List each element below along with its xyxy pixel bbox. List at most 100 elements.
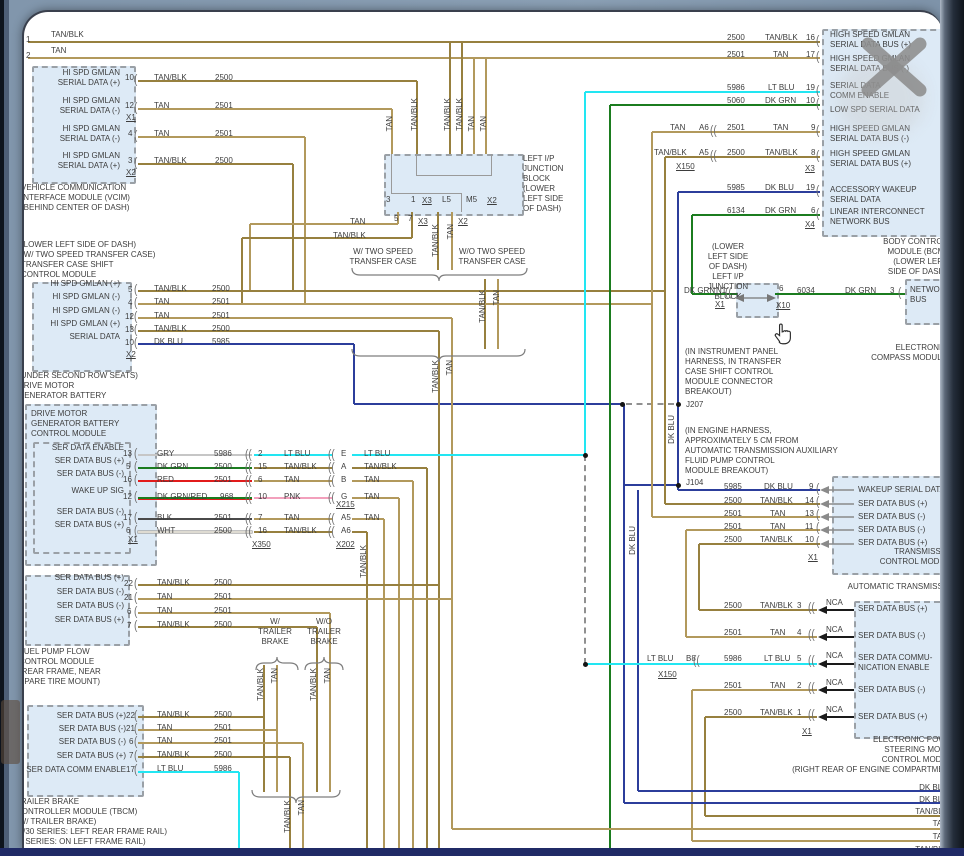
wire	[452, 828, 942, 830]
label: LT BLU	[364, 449, 390, 459]
wire	[698, 544, 700, 610]
label: 2	[797, 681, 801, 691]
label: 10	[125, 338, 134, 348]
wire	[416, 154, 417, 176]
label: TAN/BLK	[154, 156, 187, 166]
label: SER DATA BUS (-)	[858, 525, 925, 535]
label: TAN/BLK	[284, 462, 317, 472]
wire	[316, 627, 318, 792]
label: TAN	[323, 668, 333, 683]
wire	[691, 690, 693, 841]
label: 2500	[727, 148, 745, 158]
label: DK BLU	[765, 183, 794, 193]
label: HI SPD GMLAN SERIAL DATA (+)	[40, 68, 120, 88]
label: 2501	[214, 475, 232, 485]
label: ((	[245, 525, 252, 541]
label: M5	[466, 195, 477, 205]
label: TAN	[157, 736, 172, 746]
label: TAN/BLK	[309, 668, 319, 701]
label: WHT	[157, 526, 175, 536]
junction-block-box	[384, 154, 524, 216]
label: 13	[123, 449, 132, 459]
label: SER DATA ENABLE	[29, 443, 124, 453]
wire	[678, 191, 820, 193]
wire	[451, 318, 453, 829]
wire	[304, 137, 306, 304]
label: HI SPD GMLAN SERIAL DATA (-)	[40, 124, 120, 144]
label: 2501	[724, 628, 742, 638]
cursor-pointer	[775, 324, 790, 344]
label: 5986	[214, 764, 232, 774]
label: ((	[808, 654, 815, 670]
label: HI SPD GMLAN SERIAL DATA (+)	[40, 151, 120, 171]
label: SER DATA BUS (-)	[29, 507, 124, 517]
label: ((	[710, 149, 717, 165]
label: (	[134, 524, 137, 540]
wire	[678, 489, 820, 491]
brace	[352, 268, 527, 281]
label: 5	[394, 214, 398, 224]
label: 5060	[727, 96, 745, 106]
label: 2500	[214, 620, 232, 630]
label: 4	[128, 298, 132, 308]
label: 7	[408, 214, 412, 224]
label: BODY CONTROL MODULE (BCM) (LOWER LEFT SI…	[797, 237, 942, 277]
label: X150	[658, 670, 677, 680]
label: TAN	[770, 522, 785, 532]
label: LINEAR INTERCONNECT NETWORK BUS	[830, 207, 925, 227]
label: 2500	[214, 750, 232, 760]
arrowhead-left	[820, 513, 829, 521]
wire	[238, 772, 240, 850]
label: TAN/BLK	[765, 33, 798, 43]
label: VEHICLE COMMUNICATION INTERFACE MODULE (…	[22, 183, 130, 213]
label: DK BLU	[764, 482, 793, 492]
label: SER DATA BUS (-)	[32, 601, 124, 611]
label: ((	[328, 525, 335, 541]
label: 2	[258, 449, 262, 459]
label: SER DATA BUS (-)	[858, 685, 925, 695]
wire	[138, 454, 252, 456]
label: 2500	[724, 601, 742, 611]
label: ((	[693, 654, 700, 670]
label: TAN	[670, 123, 685, 133]
label: NCA	[826, 625, 843, 635]
label: TAN/BLK	[455, 98, 465, 131]
wire	[138, 480, 252, 482]
label: A	[341, 462, 346, 472]
label: SER DATA BUS (+)	[26, 711, 126, 721]
label: (IN INSTRUMENT PANEL HARNESS, IN TRANSFE…	[685, 347, 781, 397]
label: TAN/BLK	[886, 807, 942, 817]
label: TAN	[157, 592, 172, 602]
label: (	[816, 207, 819, 223]
label: L5	[442, 195, 451, 205]
label: (	[134, 101, 137, 117]
label: W/O TWO SPEED TRANSFER CASE	[452, 247, 532, 267]
label: TAN/BLK	[364, 462, 397, 472]
label: TAN/BLK	[359, 545, 369, 578]
label: (	[134, 473, 137, 489]
label: DK GRN	[765, 206, 796, 216]
arrowhead-left	[820, 500, 829, 508]
label: 19	[806, 83, 815, 93]
wire	[241, 238, 243, 304]
wire	[138, 598, 452, 600]
label: 5	[128, 285, 132, 295]
label: 14	[805, 496, 814, 506]
label: A6	[341, 526, 351, 536]
label: LEFT I/P JUNCTION BLOCK (LOWER LEFT SIDE…	[523, 154, 563, 214]
label: X1	[808, 553, 818, 563]
wire	[584, 92, 586, 455]
label: (	[816, 50, 819, 66]
label: 6	[258, 475, 262, 485]
label: (	[134, 336, 137, 352]
label: 7	[127, 621, 131, 631]
label: TAN/BLK	[760, 601, 793, 611]
label: DK BLU	[667, 415, 677, 444]
label: 10	[806, 96, 815, 106]
label: TAN/BLK	[478, 290, 488, 323]
label: 6	[779, 284, 783, 294]
label: HI SPD GMLAN (-)	[32, 306, 120, 316]
label: TAN/BLK	[760, 708, 793, 718]
label: TAN/BLK	[157, 620, 190, 630]
diagram-page: 12TAN/BLKTANHI SPD GMLAN SERIAL DATA (+)…	[22, 10, 942, 850]
